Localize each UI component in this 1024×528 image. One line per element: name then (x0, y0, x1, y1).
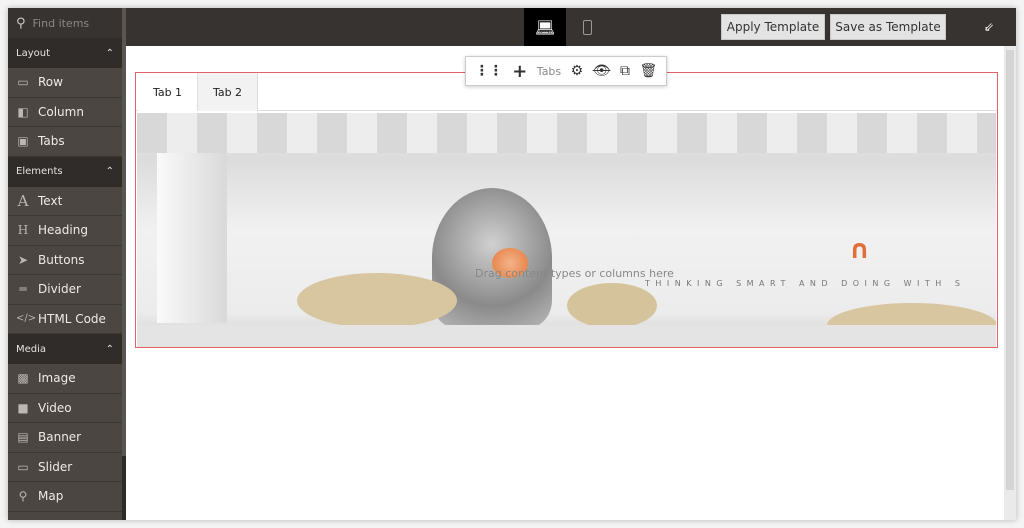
apply-template-button[interactable]: Apply Template (721, 14, 825, 40)
gear-icon[interactable]: ⚙ (571, 63, 584, 79)
item-label: Image (38, 371, 76, 386)
video-icon: ■ (17, 400, 29, 415)
item-label: HTML Code (38, 311, 106, 326)
banner-image: ∩ THINKING SMART AND DOING WITH S Drag c… (137, 113, 996, 347)
search-icon: ⚲ (16, 15, 26, 31)
item-label: Row (38, 75, 63, 90)
sidebar-item-tabs[interactable]: ▣ Tabs (8, 127, 122, 157)
chevron-up-icon[interactable]: ⌃ (106, 344, 114, 355)
group-media[interactable]: Media ⌃ (8, 334, 122, 364)
tab-1[interactable]: Tab 1 (138, 73, 198, 111)
item-label: Map (38, 489, 64, 504)
floor (137, 325, 996, 347)
group-label: Elements (16, 166, 63, 177)
item-label: Banner (38, 430, 82, 445)
drop-placeholder: Drag content types or columns here (475, 267, 674, 280)
top-bar: 💻︎ Apply Template Save as Template ⇙ (126, 8, 1016, 46)
ceiling (137, 113, 996, 153)
plants-mid (567, 283, 657, 328)
tabs-icon: ▣ (17, 134, 29, 149)
tabs-toolbar: ⋮⋮ + Tabs ⚙ 👁︎ ⧉ 🗑︎ (465, 56, 667, 86)
canvas-scrollbar[interactable] (1004, 46, 1016, 520)
search-input[interactable]: Find items (33, 17, 90, 30)
sidebar-scrollbar[interactable] (122, 8, 126, 520)
sidebar: ⚲ Find items Layout ⌃ ▭ Row ◧ Column ▣ Tabs … (8, 8, 122, 520)
trash-icon[interactable]: 🗑︎ (639, 63, 657, 79)
code-icon: </> (16, 313, 37, 325)
laptop-icon: 💻︎ (534, 17, 556, 37)
map-icon: ⚲ (18, 489, 28, 504)
divider-icon: ═ (19, 282, 27, 297)
phone-icon (582, 19, 592, 35)
chevron-up-icon[interactable]: ⌃ (106, 166, 114, 177)
item-label: Heading (38, 223, 88, 238)
group-elements[interactable]: Elements ⌃ (8, 156, 122, 187)
sidebar-item-divider[interactable]: ═ Divider (8, 275, 122, 305)
desktop-view-button[interactable]: 💻︎ (524, 8, 566, 46)
sidebar-item-html-code[interactable]: </> HTML Code (8, 305, 122, 334)
item-label: Divider (38, 282, 81, 297)
banner-icon: ▤ (17, 430, 29, 445)
hide-icon[interactable]: 👁︎ (593, 63, 611, 79)
cursor-icon: ➤ (17, 252, 29, 267)
magento-logo-icon: ∩ (849, 235, 871, 265)
tabs-container[interactable]: Tab 1 Tab 2 ∩ THINKING SMART AND DOING W… (135, 72, 998, 348)
window (157, 153, 227, 323)
save-as-template-button[interactable]: Save as Template (830, 14, 946, 40)
sidebar-item-slider[interactable]: ▭ Slider (8, 453, 122, 482)
add-tab-icon[interactable]: + (512, 61, 527, 82)
sidebar-item-column[interactable]: ◧ Column (8, 98, 122, 127)
group-label: Layout (16, 47, 50, 59)
slider-icon: ▭ (17, 459, 29, 474)
chevron-up-icon[interactable]: ⌃ (106, 48, 114, 59)
item-label: Slider (38, 459, 73, 474)
sidebar-item-heading[interactable]: H Heading (8, 216, 122, 246)
column-icon: ◧ (17, 104, 29, 119)
duplicate-icon[interactable]: ⧉ (620, 63, 630, 79)
heading-icon: H (17, 223, 29, 238)
item-label: Tabs (38, 134, 65, 149)
mobile-view-button[interactable] (566, 8, 608, 46)
item-label: Column (38, 104, 84, 119)
collapse-icon: ⇙ (983, 20, 995, 34)
search-field[interactable]: ⚲ Find items (8, 8, 122, 38)
collapse-fullscreen-button[interactable]: ⇙ (968, 8, 1010, 46)
drag-handle-icon[interactable]: ⋮⋮ (475, 63, 503, 79)
row-icon: ▭ (17, 75, 29, 90)
sidebar-item-row[interactable]: ▭ Row (8, 68, 122, 98)
sidebar-item-text[interactable]: A Text (8, 187, 122, 216)
group-label: Media (16, 343, 47, 355)
tab-2[interactable]: Tab 2 (198, 73, 258, 111)
toolbar-label: Tabs (536, 64, 562, 78)
plants-left (297, 273, 457, 328)
sidebar-item-map[interactable]: ⚲ Map (8, 482, 122, 512)
sidebar-item-buttons[interactable]: ➤ Buttons (8, 246, 122, 275)
item-label: Buttons (38, 252, 85, 267)
image-icon: ▩ (17, 371, 29, 386)
sidebar-item-banner[interactable]: ▤ Banner (8, 423, 122, 453)
text-icon: A (17, 191, 29, 210)
group-layout[interactable]: Layout ⌃ (8, 38, 122, 68)
sidebar-item-video[interactable]: ■ Video (8, 394, 122, 423)
item-label: Video (38, 400, 72, 415)
item-label: Text (38, 193, 63, 208)
banner-tagline: THINKING SMART AND DOING WITH S (645, 279, 966, 288)
sidebar-item-image[interactable]: ▩ Image (8, 364, 122, 394)
page-builder: ⚲ Find items Layout ⌃ ▭ Row ◧ Column ▣ Tabs … (8, 8, 1016, 520)
